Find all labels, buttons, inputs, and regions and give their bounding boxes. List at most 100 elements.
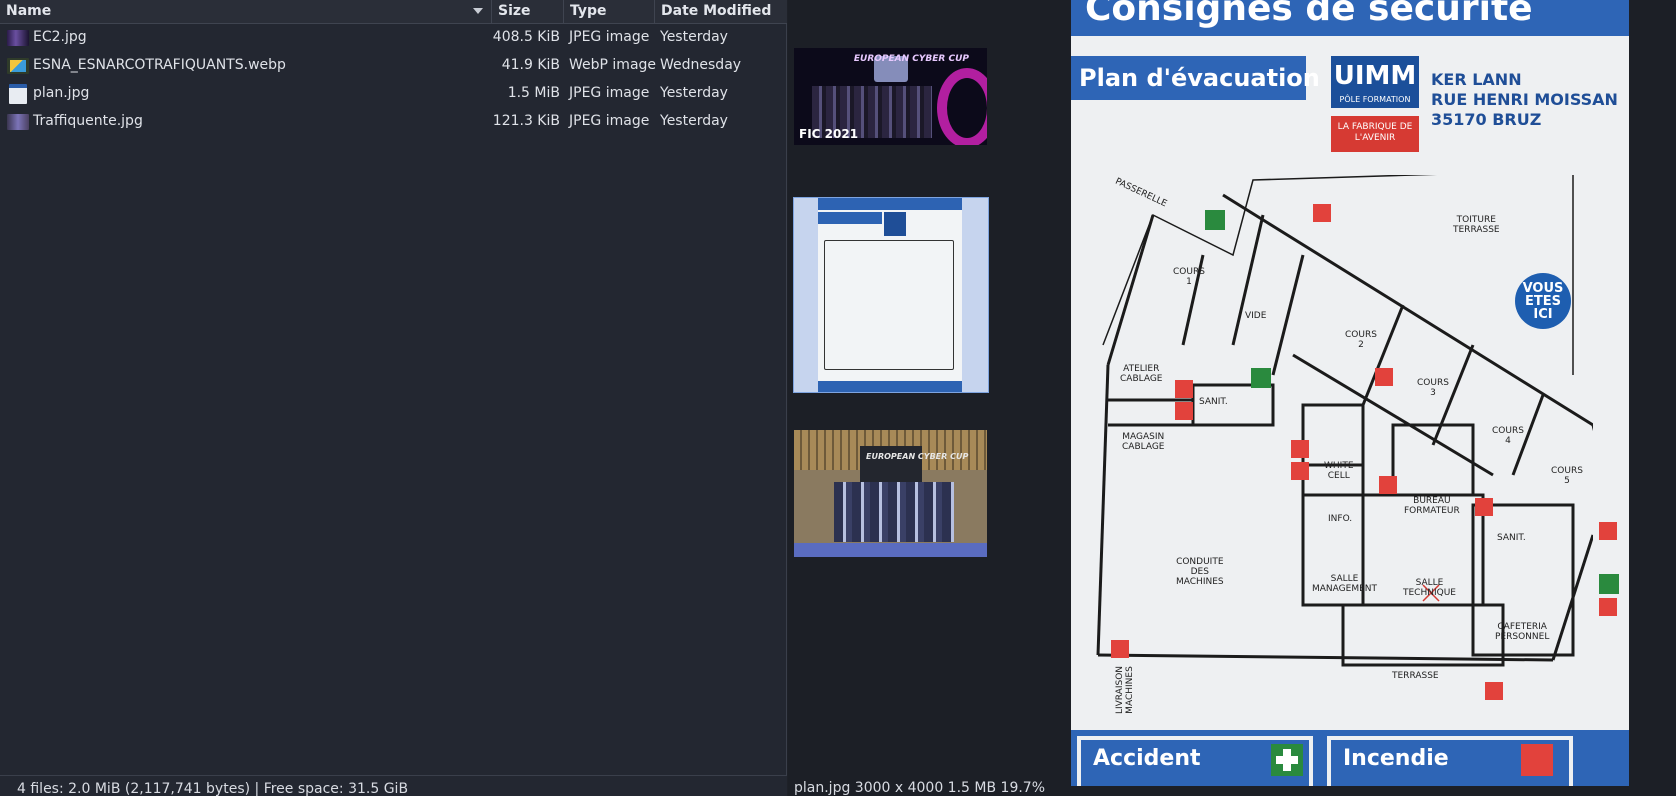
file-name: EC2.jpg	[33, 29, 87, 45]
you-are-here-line: ICI	[1533, 307, 1553, 322]
file-size: 121.3 KiB	[492, 113, 560, 129]
file-date: Yesterday	[660, 85, 728, 101]
fire-panel: Incendie	[1327, 736, 1573, 786]
file-type: JPEG image	[569, 113, 650, 129]
fire-label: Incendie	[1343, 746, 1449, 771]
room-label: TERRASSE	[1392, 671, 1439, 681]
room-label: SALLE MANAGEMENT	[1312, 574, 1377, 594]
emergency-exit-icon	[1251, 368, 1271, 388]
sort-descending-icon[interactable]	[473, 8, 483, 14]
file-size: 1.5 MiB	[507, 85, 560, 101]
file-name: ESNA_ESNARCOTRAFIQUANTS.webp	[33, 57, 286, 73]
preview-status-bar: plan.jpg 3000 x 4000 1.5 MB 19.7%	[794, 780, 1046, 796]
preview-pane: EUROPEAN CYBER CUP FIC 2021 EUROPEAN CYB…	[788, 0, 1676, 796]
room-label-line: FORMATEUR	[1404, 506, 1460, 516]
emergency-exit-icon	[1599, 574, 1619, 594]
file-list: EC2.jpg 408.5 KiB JPEG image Yesterday E…	[0, 24, 787, 136]
column-header-type[interactable]: Type	[564, 0, 655, 24]
large-image-preview[interactable]: Consignes de sécurité Plan d'évacuation …	[1071, 0, 1629, 786]
file-row-ec2[interactable]: EC2.jpg 408.5 KiB JPEG image Yesterday	[0, 24, 787, 52]
room-label-line: SALLE	[1415, 578, 1444, 588]
column-header-size-label: Size	[498, 3, 531, 19]
room-label: BUREAU FORMATEUR	[1404, 496, 1460, 516]
room-label-line: SALLE	[1330, 574, 1359, 584]
accident-panel: Accident	[1077, 736, 1313, 786]
column-header-date[interactable]: Date Modified	[655, 0, 787, 24]
room-label-line: TOITURE	[1456, 215, 1496, 225]
fire-extinguisher-icon	[1313, 204, 1331, 222]
file-type: JPEG image	[569, 85, 650, 101]
plan-footer-band	[818, 381, 962, 392]
floor-map-mini	[824, 240, 954, 370]
column-header-name-label: Name	[6, 3, 52, 19]
plan-header: Consignes de sécurité	[1071, 0, 1629, 36]
address-line: RUE HENRI MOISSAN	[1431, 90, 1618, 109]
uimm-logo-tagline: LA FABRIQUE DE L'AVENIR	[1331, 116, 1419, 152]
decorative-ring	[937, 68, 987, 145]
thumbnail-traffiquente[interactable]: EUROPEAN CYBER CUP	[794, 430, 987, 557]
file-size: 41.9 KiB	[501, 57, 560, 73]
uimm-logo-text: UIMM PÔLE FORMATION	[1331, 56, 1419, 108]
first-aid-icon	[1271, 744, 1303, 776]
room-label-line: 3	[1430, 388, 1436, 398]
room-label-line: 4	[1505, 436, 1511, 446]
address-line: 35170 BRUZ	[1431, 110, 1542, 129]
fire-extinguisher-icon	[1291, 462, 1309, 480]
room-label-line: DES	[1190, 567, 1209, 577]
file-date: Wednesday	[660, 57, 742, 73]
uimm-logo-sub: PÔLE FORMATION	[1339, 95, 1411, 104]
thumbnail-ec2[interactable]: EUROPEAN CYBER CUP FIC 2021	[794, 48, 987, 145]
uimm-logo: UIMM PÔLE FORMATION LA FABRIQUE DE L'AVE…	[1331, 56, 1419, 152]
room-label: CONDUITE DES MACHINES	[1176, 557, 1224, 587]
room-label: SALLE TECHNIQUE	[1403, 578, 1456, 598]
file-row-esna[interactable]: ESNA_ESNARCOTRAFIQUANTS.webp 41.9 KiB We…	[0, 52, 787, 80]
room-label: COURS 5	[1551, 466, 1583, 486]
room-label: TOITURE TERRASSE	[1453, 215, 1500, 235]
plan-title-band	[818, 212, 882, 224]
room-label-line: LIVRAISON	[1115, 665, 1126, 715]
room-label-line: MANAGEMENT	[1312, 584, 1377, 594]
file-date: Yesterday	[660, 29, 728, 45]
room-label-line: MACHINES	[1176, 577, 1224, 587]
file-type: WebP image	[569, 57, 657, 73]
room-label-line: TECHNIQUE	[1403, 588, 1456, 598]
column-header-name[interactable]: Name	[0, 0, 492, 24]
room-label: COURS 2	[1345, 330, 1377, 350]
plan-paper	[818, 198, 962, 392]
room-label-line: CABLAGE	[1120, 374, 1163, 384]
fire-extinguisher-icon	[1599, 598, 1617, 616]
column-header-type-label: Type	[570, 3, 607, 19]
room-label-line: COURS	[1551, 466, 1583, 476]
address-line: KER LANN	[1431, 70, 1522, 89]
room-label-line: BUREAU	[1413, 496, 1451, 506]
fire-extinguisher-icon	[1175, 402, 1193, 420]
thumbnail-plan-selected[interactable]	[793, 197, 989, 393]
room-label-line: COURS	[1345, 330, 1377, 340]
column-header-size[interactable]: Size	[492, 0, 564, 24]
fire-extinguisher-icon	[1291, 440, 1309, 458]
room-label: SANIT.	[1199, 397, 1228, 407]
fire-extinguisher-icon	[1379, 476, 1397, 494]
fire-extinguisher-icon	[1475, 498, 1493, 516]
plan-title: Plan d'évacuation	[1071, 56, 1320, 100]
fire-extinguisher-icon	[1521, 744, 1553, 776]
column-header-date-label: Date Modified	[661, 3, 772, 19]
uimm-logo-mini	[884, 212, 906, 236]
file-row-traffiquente[interactable]: Traffiquente.jpg 121.3 KiB JPEG image Ye…	[0, 108, 787, 136]
fire-extinguisher-icon	[1111, 640, 1129, 658]
plan-title-text: Plan d'évacuation	[1079, 64, 1320, 92]
room-label-line: ATELIER	[1123, 364, 1160, 374]
accident-label: Accident	[1093, 746, 1201, 771]
room-label: MAGASIN CABLAGE	[1122, 432, 1165, 452]
file-row-plan[interactable]: plan.jpg 1.5 MiB JPEG image Yesterday	[0, 80, 787, 108]
file-size: 408.5 KiB	[492, 29, 560, 45]
photo-thumbnail-icon	[7, 30, 29, 46]
fire-extinguisher-icon	[1375, 368, 1393, 386]
file-list-pane: Name Size Type Date Modified EC2.jpg 408…	[0, 0, 787, 796]
photo-thumbnail-icon	[7, 114, 29, 130]
room-label: WHITE CELL	[1324, 461, 1354, 481]
room-label-line: COURS	[1173, 267, 1205, 277]
room-label-line: CABLAGE	[1122, 442, 1165, 452]
room-label: SANIT.	[1497, 533, 1526, 543]
room-label: VIDE	[1245, 311, 1267, 321]
